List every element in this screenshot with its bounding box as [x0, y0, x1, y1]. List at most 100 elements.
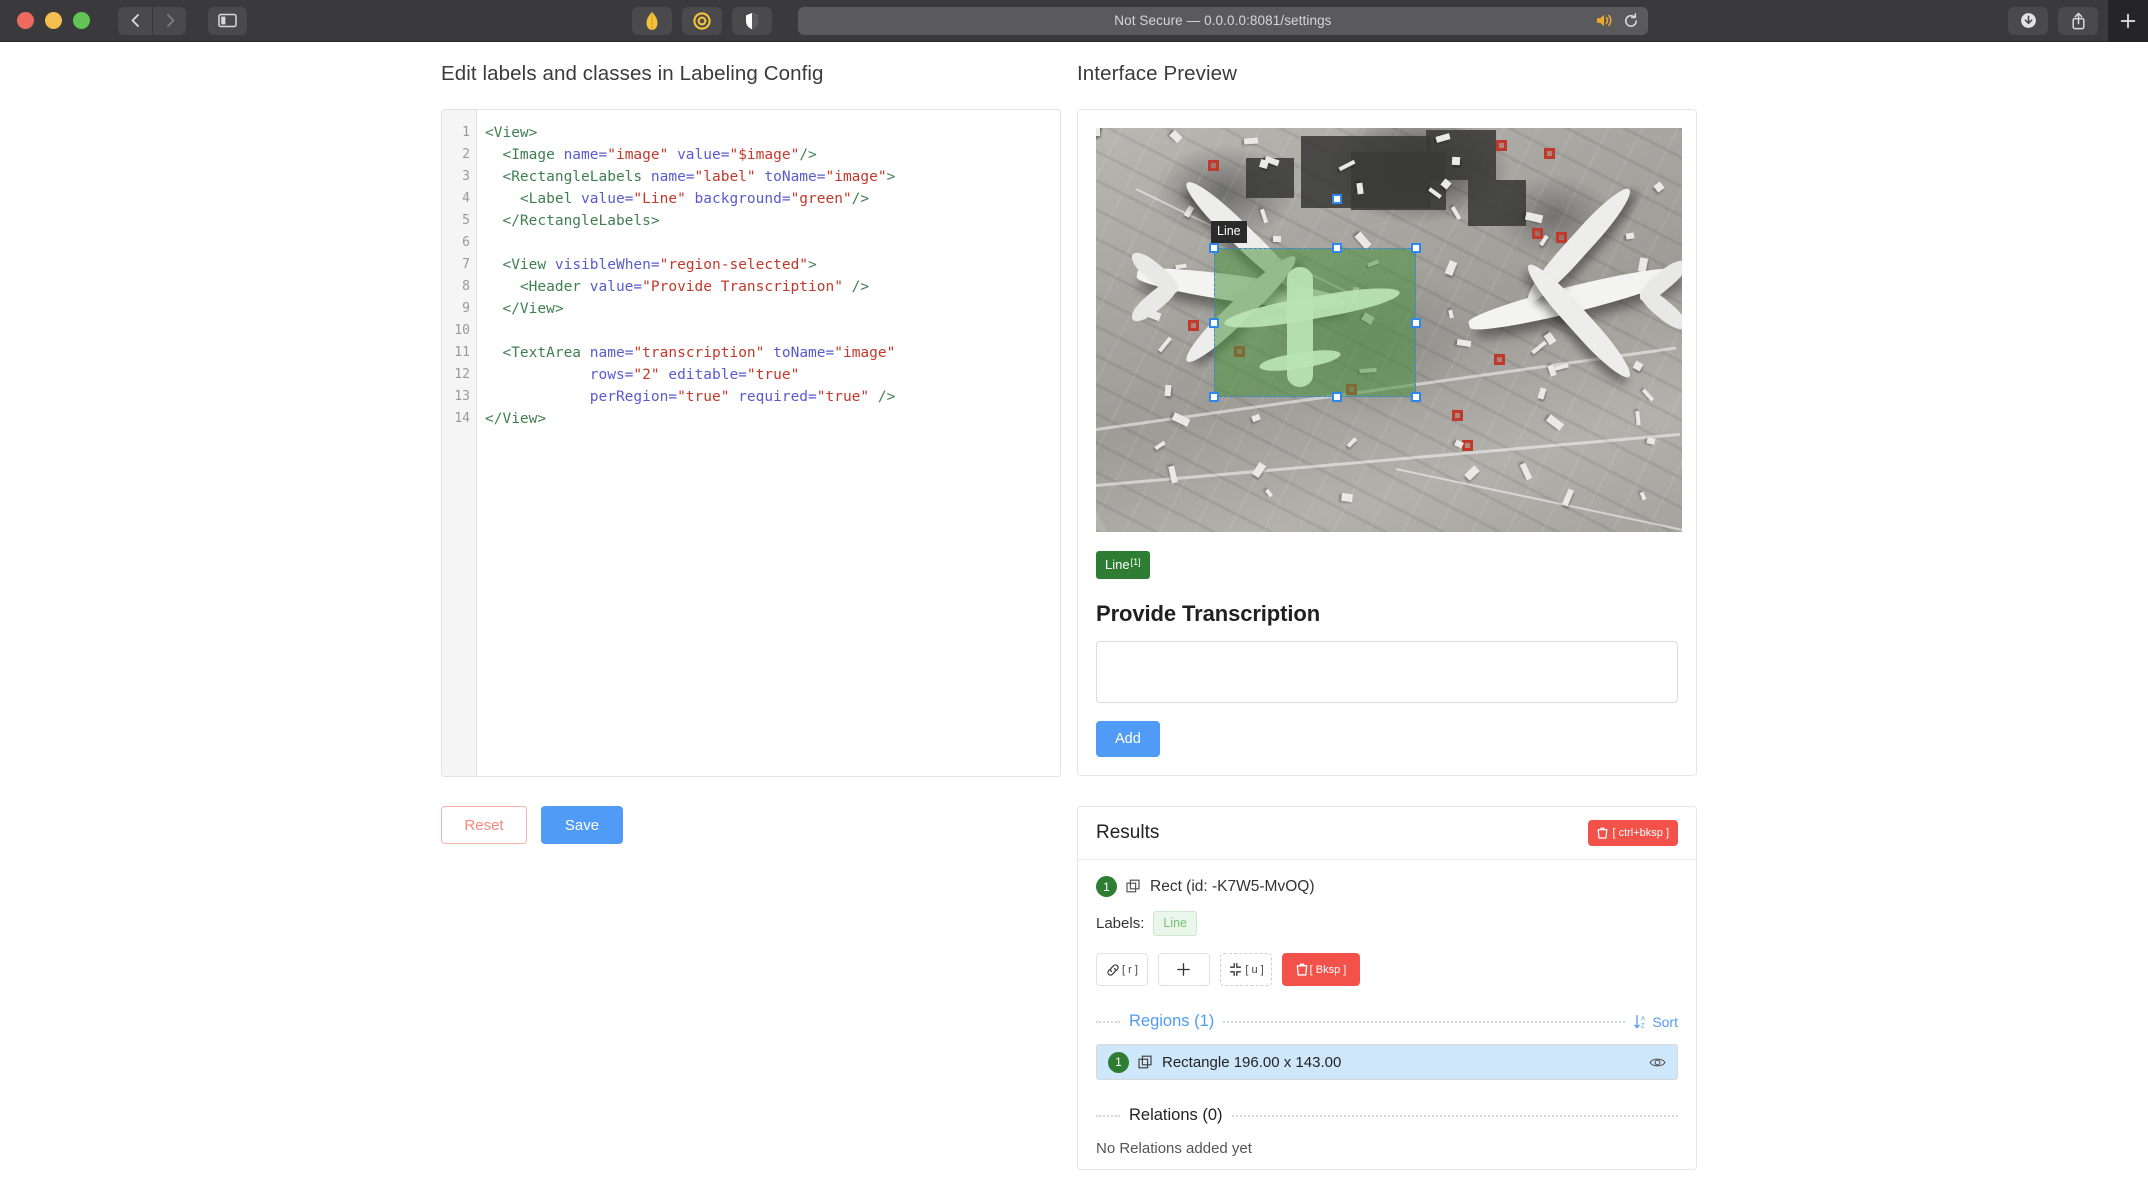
selected-region-rectangle[interactable] [1214, 248, 1416, 397]
tulip-extension-icon [646, 11, 658, 30]
address-bar[interactable]: Not Secure — 0.0.0.0:8081/settings [797, 6, 1649, 35]
code-line: <View visibleWhen="region-selected"> [502, 257, 817, 273]
results-body: 1 Rect (id: -K7W5-MvOQ) Labels: Line [r… [1078, 860, 1696, 1169]
unselect-region-button[interactable]: [ u ] [1220, 953, 1272, 986]
line-number: 1 [462, 125, 470, 140]
address-bar-actions [1596, 7, 1639, 35]
code-line: <Header value="Provide Transcription" /> [519, 279, 870, 295]
extension-one-button[interactable] [631, 6, 672, 35]
reset-button[interactable]: Reset [441, 806, 527, 844]
region-label-tooltip: Line [1211, 221, 1247, 243]
line-number: 13 [454, 389, 470, 404]
downloads-button[interactable] [2008, 6, 2049, 35]
copy-shape-icon [1126, 879, 1140, 893]
coin-extension-icon [693, 11, 711, 30]
line-number: 14 [454, 411, 470, 426]
region-handle-bottom-right[interactable] [1411, 392, 1421, 402]
region-handle-top[interactable] [1332, 194, 1342, 204]
result-entry-number: 1 [1096, 876, 1117, 897]
line-number: 8 [462, 279, 470, 294]
code-editor[interactable]: 1 2 3 4 5 6 7 8 9 10 11 12 13 14 <View> <Image name="… [441, 109, 1061, 777]
terminal-building [1468, 180, 1526, 226]
region-handle-middle-right[interactable] [1411, 318, 1421, 328]
add-region-button[interactable] [1158, 953, 1210, 986]
sidebar-toggle-button[interactable] [207, 6, 247, 35]
regions-title: Regions (1) [1129, 1012, 1215, 1030]
page-content: Edit labels and classes in Labeling Conf… [0, 42, 2148, 1194]
ground-vehicle [1243, 137, 1259, 145]
labeling-config-column: Edit labels and classes in Labeling Conf… [441, 62, 1061, 844]
region-item-text: Rectangle 196.00 x 143.00 [1162, 1053, 1342, 1071]
ground-vehicle [1341, 492, 1353, 503]
region-item-number: 1 [1108, 1051, 1129, 1073]
window-controls [0, 12, 90, 29]
add-transcription-button[interactable]: Add [1096, 721, 1160, 757]
line-number: 9 [462, 301, 470, 316]
sidebar-toggle-icon [217, 13, 237, 28]
line-number: 4 [462, 191, 470, 206]
new-tab-button[interactable] [2108, 0, 2148, 42]
region-handle-bottom-left[interactable] [1209, 392, 1219, 402]
reload-icon[interactable] [1623, 12, 1639, 29]
sort-label: Sort [1652, 1013, 1678, 1030]
label-chip-line[interactable]: Line [1] [1096, 551, 1150, 579]
save-button[interactable]: Save [541, 806, 623, 844]
code-line: <TextArea name="transcription" toName="i… [502, 345, 896, 361]
trash-icon [1296, 963, 1307, 976]
ground-vehicle [1451, 156, 1461, 166]
interface-preview-column: Interface Preview Line Line [1] Provide … [1077, 62, 1697, 1170]
line-number: 12 [454, 367, 470, 382]
forward-arrow-icon [166, 14, 174, 27]
annotation-image[interactable]: Line [1096, 128, 1682, 532]
region-handle-middle-left[interactable] [1209, 318, 1219, 328]
labels-caption: Labels: [1096, 915, 1145, 932]
result-label-pill[interactable]: Line [1153, 911, 1198, 936]
detection-box [1494, 354, 1505, 365]
relations-dots-left [1096, 1114, 1120, 1117]
code-text-area[interactable]: <View> <Image name="image" value="$image… [477, 110, 1060, 776]
region-handle-top-left[interactable] [1209, 243, 1219, 253]
copy-shape-icon [1138, 1055, 1152, 1068]
config-action-buttons: Reset Save [441, 806, 1061, 844]
no-relations-text: No Relations added yet [1096, 1140, 1252, 1157]
region-handle-top-right[interactable] [1411, 243, 1421, 253]
relation-button[interactable]: [ r ] [1096, 953, 1148, 986]
share-button[interactable] [2058, 6, 2099, 35]
region-handle-top-center[interactable] [1332, 243, 1342, 253]
code-line: </View> [485, 411, 547, 427]
detection-box [1452, 410, 1463, 421]
result-entry-text: Rect (id: -K7W5-MvOQ) [1150, 877, 1315, 895]
forward-button[interactable] [153, 6, 186, 35]
label-chip-text: Line [1105, 557, 1130, 572]
maximize-window-button[interactable] [73, 12, 90, 29]
code-line: perRegion="true" required="true" /> [589, 389, 896, 405]
result-action-buttons: [ r ] [ u ] [Bksp] [1096, 953, 1678, 986]
preview-card: Line Line [1] Provide Transcription Add [1077, 109, 1697, 776]
transcription-input[interactable] [1096, 641, 1678, 703]
relation-hotkey: [ r ] [1122, 963, 1138, 976]
plus-icon [1176, 963, 1190, 976]
detection-box [1208, 160, 1219, 171]
speaker-playing-icon[interactable] [1596, 13, 1614, 28]
back-arrow-icon [131, 14, 139, 27]
delete-region-button[interactable]: [ Bksp ] [1282, 953, 1360, 986]
sort-regions-button[interactable]: A Z Sort [1634, 1014, 1678, 1030]
result-entry[interactable]: 1 Rect (id: -K7W5-MvOQ) [1096, 876, 1678, 897]
delete-all-regions-button[interactable]: [ ctrl+bksp ] [1588, 820, 1678, 846]
extension-two-button[interactable] [681, 6, 722, 35]
detection-box [1556, 232, 1567, 243]
trash-icon [1598, 827, 1608, 839]
close-window-button[interactable] [17, 12, 34, 29]
extension-three-button[interactable] [731, 6, 772, 35]
detection-box [1496, 140, 1507, 151]
region-handle-bottom-center[interactable] [1332, 392, 1342, 402]
terminal-building [1246, 158, 1294, 198]
minimize-window-button[interactable] [45, 12, 62, 29]
line-number: 5 [462, 213, 470, 228]
back-button[interactable] [118, 6, 152, 35]
region-list-item[interactable]: 1 Rectangle 196.00 x 143.00 [1096, 1044, 1678, 1080]
line-number: 3 [462, 169, 470, 184]
eye-icon[interactable] [1649, 1056, 1666, 1069]
